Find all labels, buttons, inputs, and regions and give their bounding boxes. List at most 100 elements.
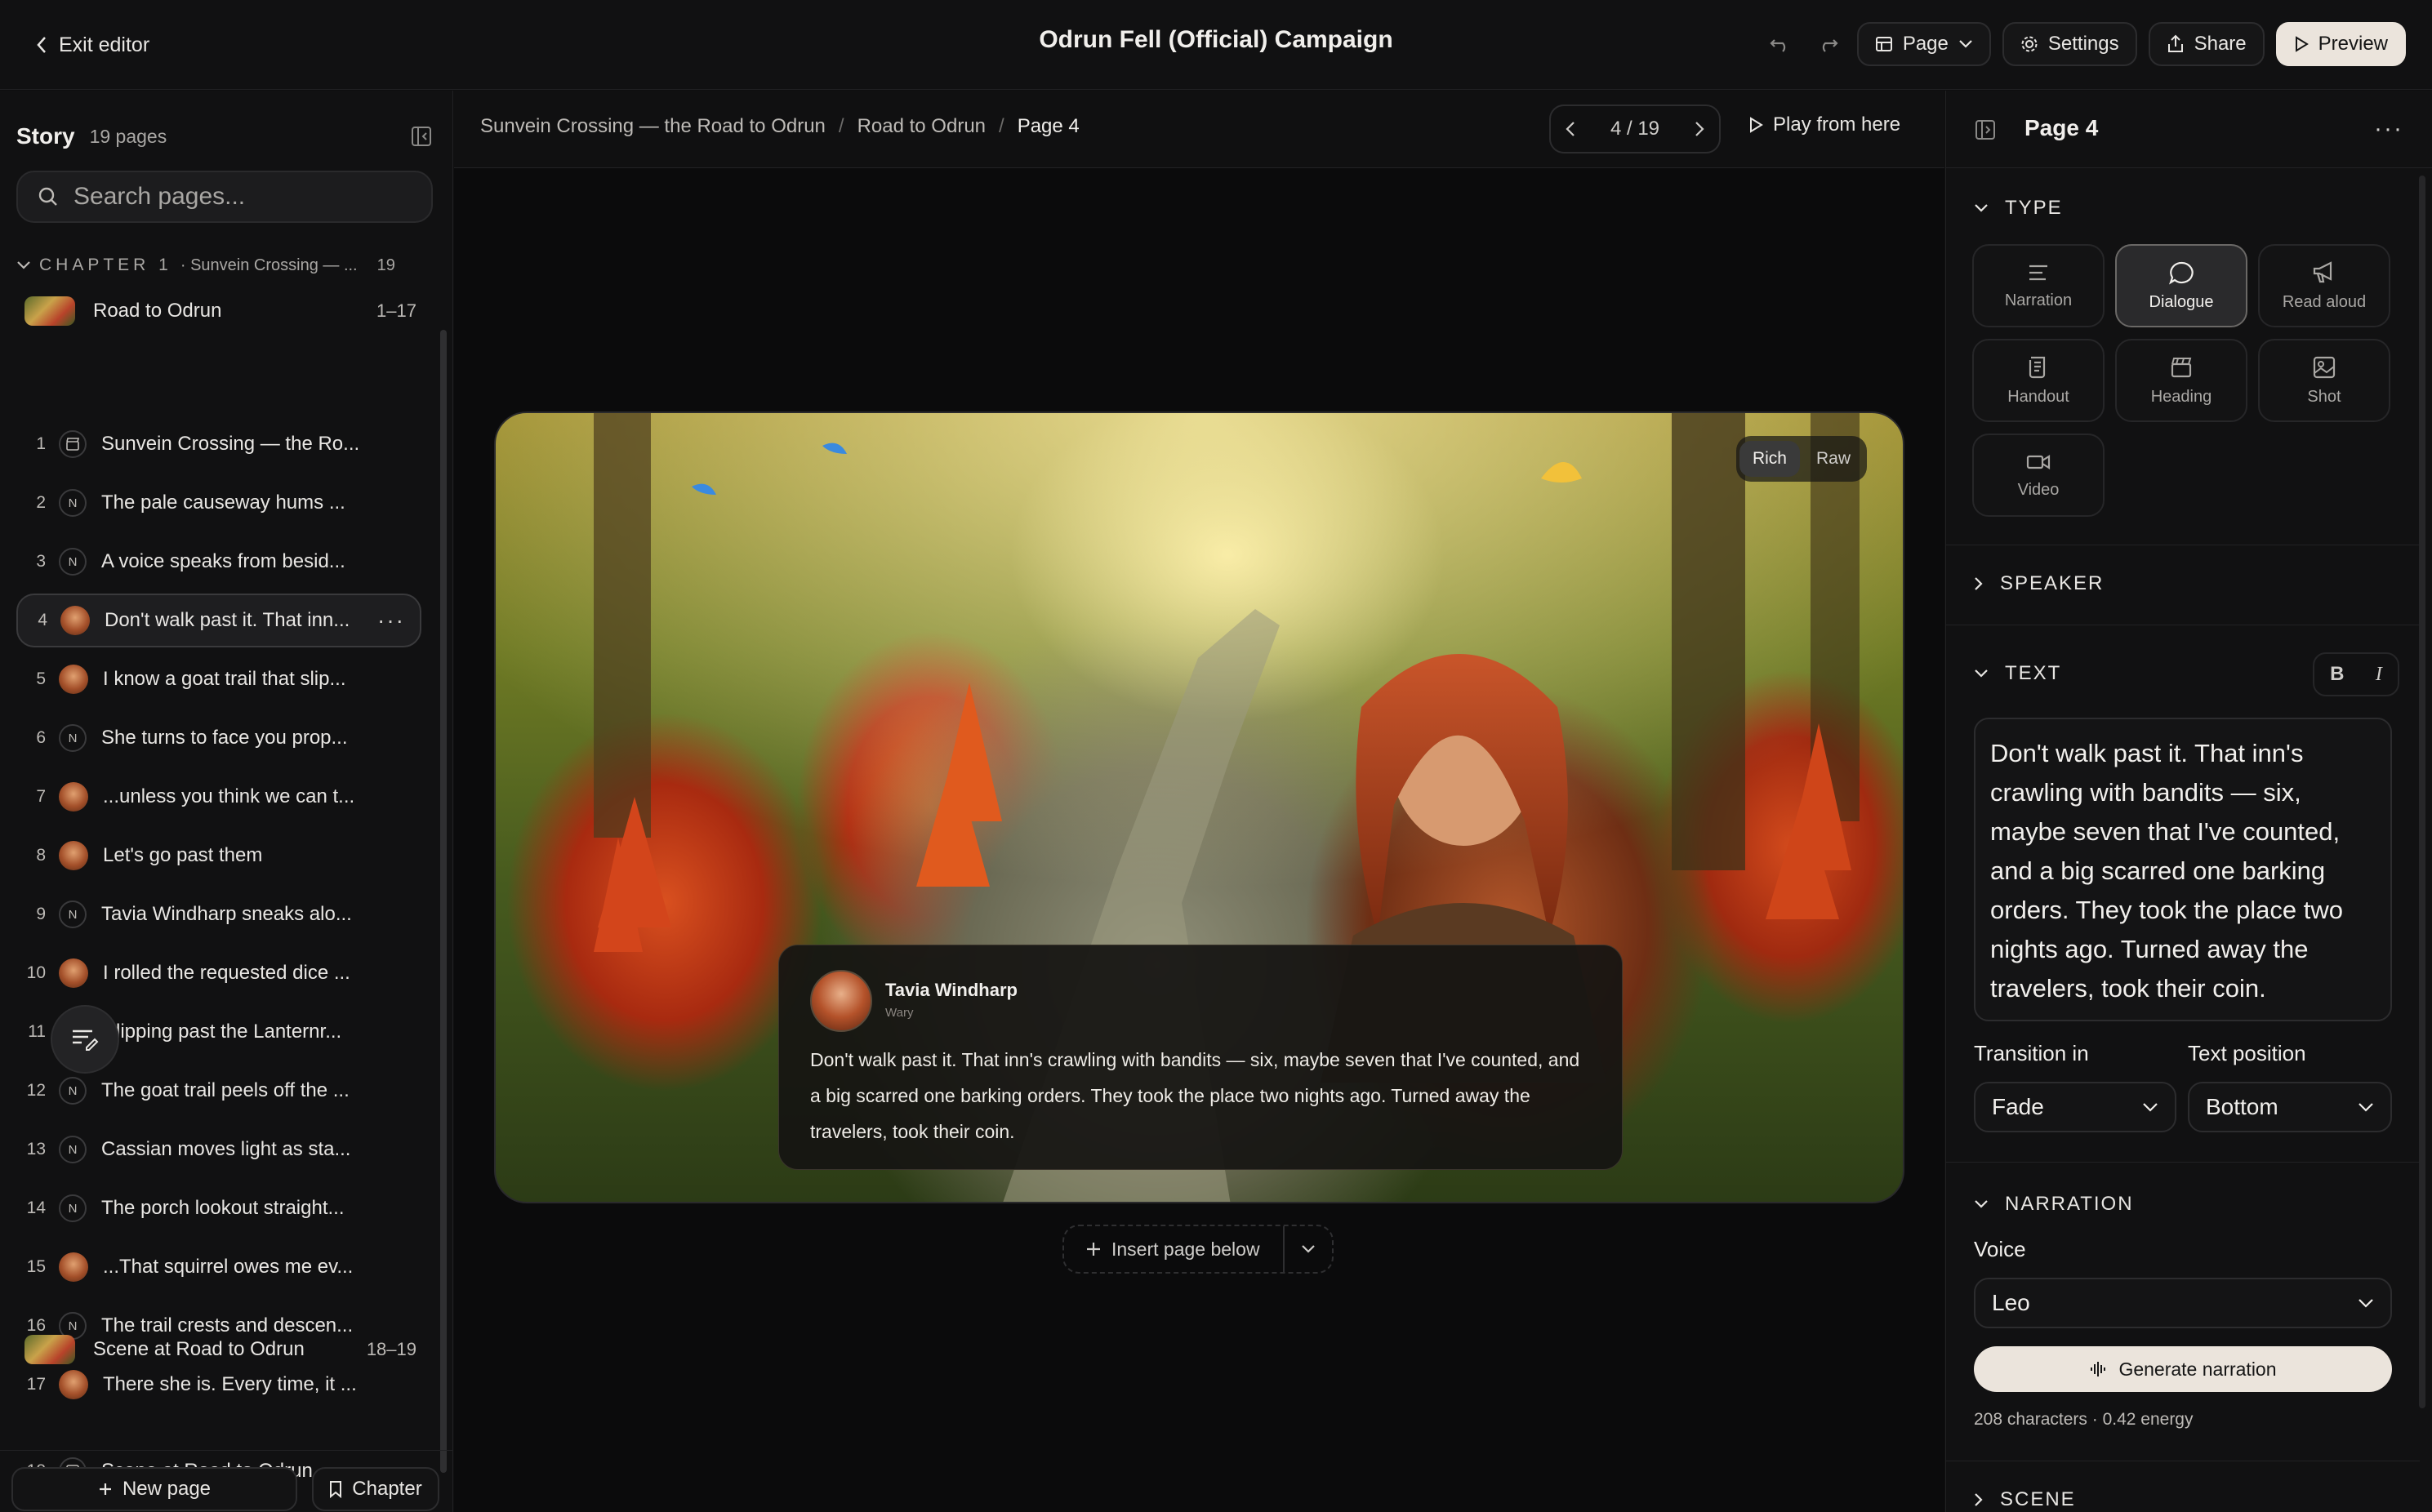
voice-value: Leo <box>1992 1290 2030 1315</box>
speaker-avatar <box>59 1252 88 1282</box>
settings-button[interactable]: Settings <box>2002 22 2137 66</box>
type-narration[interactable]: Narration <box>1972 244 2105 327</box>
voice-select[interactable]: Leo <box>1974 1278 2392 1328</box>
list-item[interactable]: 14 N The porch lookout straight... <box>16 1181 421 1235</box>
page-more-icon[interactable]: ··· <box>377 607 405 634</box>
speaker-avatar <box>59 958 88 988</box>
dialogue-box: Tavia Windharp Wary Don't walk past it. … <box>778 945 1623 1170</box>
page-number: 8 <box>36 846 46 865</box>
list-item[interactable]: 2 N The pale causeway hums ... <box>16 476 421 530</box>
scene-thumbnail <box>24 296 75 326</box>
collapse-sidebar-icon[interactable] <box>410 125 433 148</box>
transition-label: Transition in <box>1974 1041 2089 1065</box>
narration-badge: N <box>59 1077 87 1105</box>
page-number: 15 <box>26 1257 46 1276</box>
waveform-icon <box>2089 1360 2109 1378</box>
list-item[interactable]: 3N A voice speaks from besid... <box>16 535 421 589</box>
type-label: Handout <box>2007 387 2069 406</box>
scene-group-label: Scene at Road to Odrun <box>93 1338 305 1360</box>
scene-thumbnail <box>24 1335 75 1364</box>
list-item[interactable]: 8 Let's go past them <box>16 829 421 883</box>
list-item[interactable]: 7 ...unless you think we can t... <box>16 770 421 824</box>
list-item[interactable]: 15 ...That squirrel owes me ev... <box>16 1240 421 1294</box>
bold-button[interactable]: B <box>2330 663 2344 686</box>
redo-icon[interactable] <box>1810 26 1846 62</box>
share-button[interactable]: Share <box>2148 22 2265 66</box>
type-handout[interactable]: Handout <box>1972 339 2105 422</box>
bookmark-icon <box>329 1480 342 1498</box>
list-item[interactable]: 6 N She turns to face you prop... <box>16 711 421 765</box>
view-mode-rich[interactable]: Rich <box>1739 441 1800 477</box>
chevron-right-icon <box>1974 576 1984 591</box>
image-icon <box>2312 355 2336 380</box>
new-chapter-button[interactable]: Chapter <box>312 1467 439 1511</box>
prev-page-icon[interactable] <box>1566 121 1575 137</box>
breadcrumb-item[interactable]: Road to Odrun <box>857 115 986 138</box>
type-section-header[interactable]: TYPE <box>1974 197 2063 220</box>
view-mode-toggle: Rich Raw <box>1735 436 1867 482</box>
search-pages[interactable] <box>16 171 433 223</box>
generate-narration-button[interactable]: Generate narration <box>1974 1346 2392 1392</box>
page-title: Cassian moves light as sta... <box>101 1138 351 1160</box>
type-read-aloud[interactable]: Read aloud <box>2258 244 2390 327</box>
top-bar: Exit editor Odrun Fell (Official) Campai… <box>0 0 2432 90</box>
speaker-avatar <box>59 665 88 694</box>
transition-select[interactable]: Fade <box>1974 1082 2176 1132</box>
play-icon <box>2294 36 2309 52</box>
chapter-header[interactable]: CHAPTER 1 · Sunvein Crossing — ... 19 <box>16 251 433 280</box>
clapperboard-icon <box>59 430 87 458</box>
scene-group-range: 1–17 <box>376 300 416 321</box>
narration-badge: N <box>59 548 87 576</box>
preview-button[interactable]: Preview <box>2275 22 2406 66</box>
type-label: Read aloud <box>2282 292 2367 311</box>
insert-options-dropdown[interactable] <box>1283 1226 1332 1272</box>
page-title: I know a goat trail that slip... <box>103 668 346 690</box>
speaker-section-header[interactable]: SPEAKER <box>1974 572 2104 595</box>
quick-actions-button[interactable] <box>51 1005 119 1074</box>
page-text-editor[interactable]: Don't walk past it. That inn's crawling … <box>1974 718 2392 1021</box>
type-dialogue[interactable]: Dialogue <box>2115 244 2247 327</box>
undo-icon[interactable] <box>1762 26 1798 62</box>
scene-section-header[interactable]: SCENE <box>1974 1488 2076 1511</box>
breadcrumb: Sunvein Crossing — the Road to Odrun / R… <box>480 115 1080 138</box>
next-page-icon[interactable] <box>1695 121 1704 137</box>
narration-badge: N <box>59 1136 87 1163</box>
speaker-avatar <box>59 1370 88 1399</box>
italic-button[interactable]: I <box>2376 664 2382 686</box>
breadcrumb-bar: Sunvein Crossing — the Road to Odrun / R… <box>454 91 1944 168</box>
new-page-button[interactable]: New page <box>11 1467 297 1511</box>
type-label: Dialogue <box>2149 292 2214 311</box>
panel-scrollbar[interactable] <box>2419 176 2425 1408</box>
more-options-icon[interactable]: ··· <box>2374 115 2403 143</box>
type-heading[interactable]: Heading <box>2115 339 2247 422</box>
list-item[interactable]: 5 I know a goat trail that slip... <box>16 652 421 706</box>
breadcrumb-item[interactable]: Sunvein Crossing — the Road to Odrun <box>480 115 826 138</box>
scene-group[interactable]: Road to Odrun 1–17 <box>24 291 416 331</box>
play-from-here-button[interactable]: Play from here <box>1748 113 1900 136</box>
view-mode-raw[interactable]: Raw <box>1803 441 1864 477</box>
new-page-label: New page <box>122 1478 212 1500</box>
chevron-down-icon <box>1974 669 1989 678</box>
list-item[interactable]: 13 N Cassian moves light as sta... <box>16 1123 421 1176</box>
sidebar-scrollbar[interactable] <box>440 330 447 1473</box>
text-position-select[interactable]: Bottom <box>2188 1082 2392 1132</box>
text-format-toolbar: B I <box>2313 652 2399 696</box>
scene-group[interactable]: Scene at Road to Odrun 18–19 <box>24 1330 416 1369</box>
page-number: 12 <box>26 1081 46 1100</box>
toggle-panel-icon[interactable] <box>1974 118 1997 141</box>
speaker-avatar <box>810 970 872 1032</box>
list-item[interactable]: 9 N Tavia Windharp sneaks alo... <box>16 887 421 941</box>
page-preview-canvas[interactable]: Rich Raw Tavia Windharp Wary Don't walk … <box>494 411 1904 1203</box>
type-shot[interactable]: Shot <box>2258 339 2390 422</box>
insert-page-button[interactable]: Insert page below <box>1064 1239 1283 1261</box>
list-item[interactable]: 4 Don't walk past it. That inn... ··· <box>16 594 421 647</box>
narration-section-header[interactable]: NARRATION <box>1974 1193 2134 1216</box>
video-icon <box>2025 451 2051 473</box>
page-menu-button[interactable]: Page <box>1856 22 1991 66</box>
type-video[interactable]: Video <box>1972 434 2105 517</box>
text-section-header[interactable]: TEXT <box>1974 662 2061 685</box>
list-item[interactable]: 10 I rolled the requested dice ... <box>16 946 421 1000</box>
search-input[interactable] <box>72 182 415 211</box>
list-item[interactable]: 1 Sunvein Crossing — the Ro... <box>16 417 421 471</box>
page-number: 5 <box>36 669 46 688</box>
